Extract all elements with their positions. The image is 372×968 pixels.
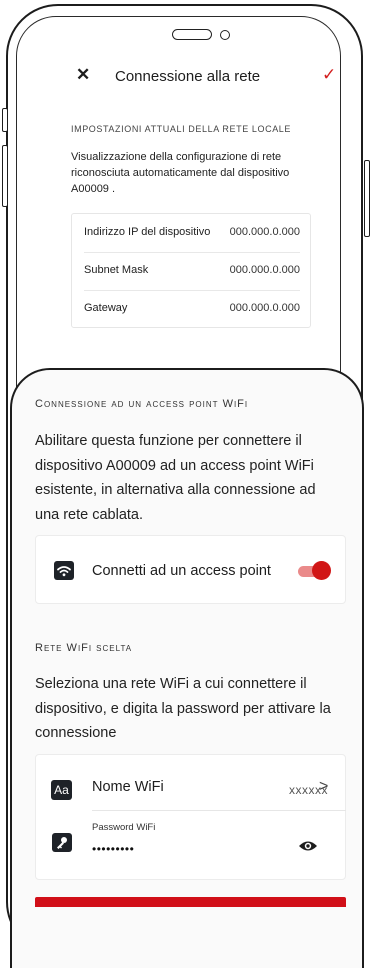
wifi-section-label: Connessione ad un access point WiFi — [35, 398, 249, 410]
toggle-label: Connetti ad un access point — [92, 563, 271, 579]
row-value: 000.000.0.000 — [229, 226, 300, 238]
eye-icon[interactable] — [298, 839, 318, 853]
key-icon — [52, 833, 72, 852]
chevron-right-icon[interactable]: > — [319, 778, 328, 796]
lan-section-label: Impostazioni attuali della rete locale — [71, 124, 292, 134]
row-value: 000.000.0.000 — [229, 264, 300, 276]
side-button-left-mid — [2, 145, 8, 207]
table-row: Indirizzo IP del dispositivo 000.000.0.0… — [84, 214, 300, 253]
side-button-left-top — [2, 108, 8, 132]
page-title: Connessione alla rete — [115, 68, 261, 85]
side-button-right — [364, 160, 370, 237]
camera-dot — [220, 30, 230, 40]
chosen-network-description: Seleziona una rete WiFi a cui connettere… — [35, 676, 331, 741]
row-label: Gateway — [84, 302, 128, 314]
row-label: Subnet Mask — [84, 264, 149, 276]
row-value: 000.000.0.000 — [229, 302, 300, 314]
password-label: Password WiFi — [92, 822, 156, 833]
lan-description: Visualizzazione della configurazione di … — [71, 151, 290, 195]
header: ✕ Connessione alla rete ✓ — [56, 65, 336, 87]
lan-table: Indirizzo IP del dispositivo 000.000.0.0… — [71, 213, 311, 328]
speaker-notch — [172, 29, 212, 40]
text-format-icon: Aa — [51, 780, 72, 800]
access-point-toggle-card[interactable]: Connetti ad un access point — [35, 535, 346, 604]
table-row: Subnet Mask 000.000.0.000 — [84, 252, 300, 291]
wifi-icon — [54, 561, 74, 580]
wifi-credentials-card: Aa Nome WiFi xxxxxx > Password WiFi ••••… — [35, 754, 346, 880]
table-row: Gateway 000.000.0.000 — [84, 290, 300, 328]
wifi-name-label[interactable]: Nome WiFi — [92, 779, 164, 795]
chosen-network-section-label: Rete WiFi scelta — [35, 642, 133, 654]
divider — [92, 810, 346, 811]
wifi-description: Abilitare questa funzione per connettere… — [35, 433, 316, 523]
check-icon[interactable]: ✓ — [322, 65, 336, 85]
close-icon[interactable]: ✕ — [76, 65, 90, 85]
password-field[interactable]: ••••••••• — [92, 842, 134, 856]
primary-action-button[interactable] — [35, 897, 346, 907]
row-label: Indirizzo IP del dispositivo — [84, 226, 211, 238]
toggle-knob[interactable] — [312, 561, 331, 580]
